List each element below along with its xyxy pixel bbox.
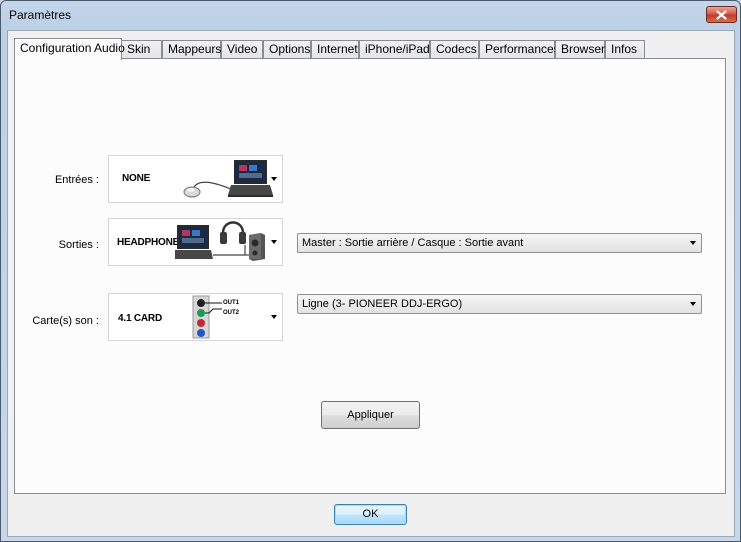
tab-infos[interactable]: Infos xyxy=(605,40,645,59)
tab-codecs[interactable]: Codecs xyxy=(430,40,479,59)
inputs-device-name: NONE xyxy=(122,173,151,184)
laptop-with-mouse-icon xyxy=(183,160,273,198)
out1-label: OUT1 xyxy=(223,300,240,306)
chevron-down-icon xyxy=(271,240,277,244)
apply-button[interactable]: Appliquer xyxy=(321,401,420,429)
soundcard-device-select[interactable]: 4.1 CARD OUT1 OUT2 xyxy=(108,293,283,341)
close-button[interactable] xyxy=(706,6,737,23)
tab-mappeurs[interactable]: Mappeurs xyxy=(162,40,221,59)
close-icon xyxy=(716,9,727,20)
outputs-label: Sorties : xyxy=(58,239,99,251)
tab-internet[interactable]: Internet xyxy=(311,40,359,59)
tab-configuration-audio[interactable]: Configuration Audio xyxy=(14,38,125,60)
laptop-with-headphones-icon xyxy=(175,221,265,261)
tab-skin[interactable]: Skin xyxy=(121,40,162,59)
settings-window: Paramètres Configuration Audio Skin Mapp… xyxy=(0,0,741,542)
soundcard-line-value: Ligne (3- PIONEER DDJ-ERGO) xyxy=(302,298,463,310)
inputs-label: Entrées : xyxy=(54,174,99,186)
audio-config-panel: Entrées : NONE Sorties : HEADPHONES Mast… xyxy=(14,58,726,494)
inputs-device-select[interactable]: NONE xyxy=(108,155,283,203)
soundcard-device-name: 4.1 CARD xyxy=(118,313,162,324)
tab-browser[interactable]: Browser xyxy=(555,40,605,59)
output-routing-combo[interactable]: Master : Sortie arrière / Casque : Sorti… xyxy=(297,233,702,253)
output-routing-value: Master : Sortie arrière / Casque : Sorti… xyxy=(302,237,524,249)
soundcard-label: Carte(s) son : xyxy=(32,315,99,327)
title-bar[interactable]: Paramètres xyxy=(1,1,740,29)
chevron-down-icon xyxy=(271,177,277,181)
tab-performances[interactable]: Performances xyxy=(479,40,560,59)
out2-label: OUT2 xyxy=(223,310,240,316)
chevron-down-icon xyxy=(690,241,696,245)
soundcard-jacks-icon xyxy=(192,295,222,339)
client-area: Configuration Audio Skin Mappeurs Video … xyxy=(7,30,735,537)
outputs-device-select[interactable]: HEADPHONES xyxy=(108,218,283,266)
soundcard-line-combo[interactable]: Ligne (3- PIONEER DDJ-ERGO) xyxy=(297,294,702,314)
tab-video[interactable]: Video xyxy=(221,40,263,59)
chevron-down-icon xyxy=(271,315,277,319)
ok-button[interactable]: OK xyxy=(334,504,407,525)
chevron-down-icon xyxy=(690,302,696,306)
tab-iphone-ipad[interactable]: iPhone/iPad xyxy=(359,40,430,59)
window-title: Paramètres xyxy=(9,8,72,22)
tab-options[interactable]: Options xyxy=(263,40,311,59)
